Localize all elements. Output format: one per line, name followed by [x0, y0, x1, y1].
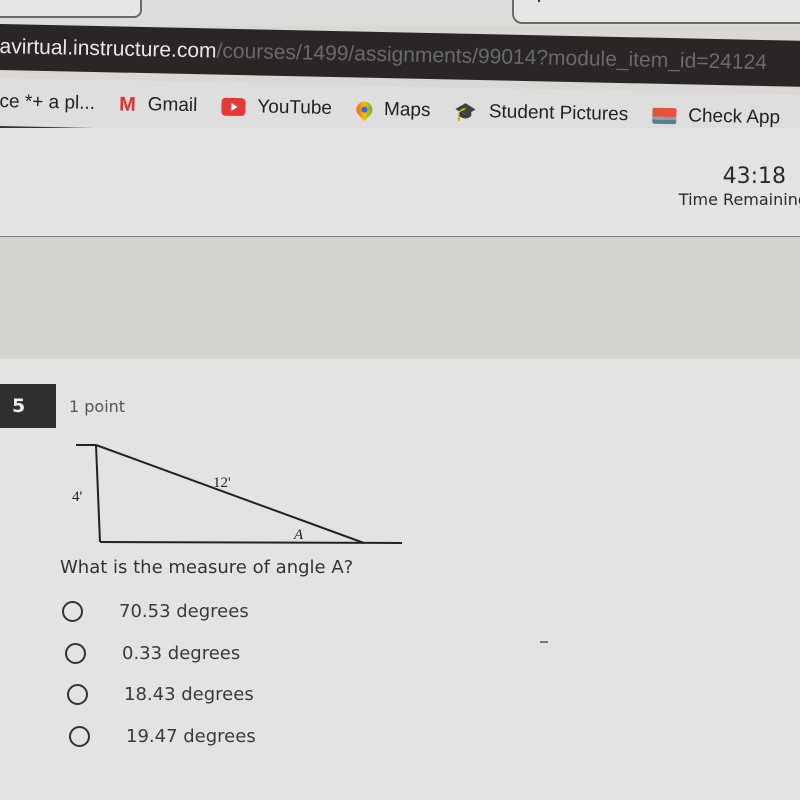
side-label: 4'	[72, 489, 83, 505]
bookmark-maps[interactable]: Maps	[352, 98, 431, 122]
bookmark-youtube[interactable]: YouTube	[221, 96, 332, 120]
question-text: What is the measure of angle A?	[60, 557, 354, 578]
timer-value: 43:18	[722, 164, 786, 189]
hypotenuse	[95, 444, 365, 544]
bookmark-check-app[interactable]: Check App	[652, 105, 780, 130]
browser-tab-active[interactable]	[512, 0, 800, 24]
page-background	[0, 237, 800, 359]
answer-label: 70.53 degrees	[119, 601, 249, 623]
answer-option[interactable]: 19.47 degrees	[62, 716, 256, 758]
bookmark-student-pictures[interactable]: 🎓 Student Pictures	[454, 101, 628, 127]
radio-button[interactable]	[69, 725, 90, 747]
hypotenuse-label: 12'	[213, 475, 231, 491]
answer-options: 70.53 degrees 0.33 degrees 18.43 degrees…	[62, 591, 256, 757]
question-card: 5 1 point 4' 12' A What is the measure o…	[0, 359, 800, 800]
youtube-icon	[221, 97, 246, 117]
maps-icon	[352, 98, 376, 121]
graduation-cap-icon: 🎓	[454, 101, 478, 122]
url-path: /courses/1499/assignments/99014?module_i…	[216, 39, 768, 75]
question-points: 1 point	[69, 397, 126, 416]
base-side	[99, 541, 403, 544]
url-host: avirtual.instructure.com	[0, 34, 217, 63]
gmail-icon: M	[118, 93, 136, 116]
answer-label: 18.43 degrees	[124, 684, 254, 706]
radio-button[interactable]	[65, 642, 86, 664]
screen-speck	[540, 641, 548, 643]
timer-label: Time Remaining	[678, 190, 800, 209]
text-cursor	[538, 0, 540, 2]
bookmark-label: YouTube	[257, 96, 333, 119]
answer-label: 19.47 degrees	[126, 725, 256, 747]
bookmark-label: Gmail	[147, 94, 198, 117]
check-app-icon	[652, 107, 677, 125]
answer-option[interactable]: 18.43 degrees	[62, 674, 256, 716]
bookmark-label: Check App	[688, 105, 781, 129]
bookmark-gmail[interactable]: M Gmail	[119, 93, 198, 118]
browser-tab[interactable]	[0, 0, 142, 18]
bookmark-label: ce *+ a pl...	[0, 90, 96, 114]
answer-option[interactable]: 0.33 degrees	[62, 633, 256, 675]
answer-label: 0.33 degrees	[122, 642, 241, 664]
browser-tab-strip	[0, 0, 800, 26]
answer-option[interactable]: 70.53 degrees	[62, 591, 256, 633]
bookmark-label: Student Pictures	[488, 101, 629, 126]
address-bar[interactable]: avirtual.instructure.com/courses/1499/as…	[0, 24, 800, 88]
question-number: 5	[0, 384, 56, 428]
bookmark-place[interactable]: ce *+ a pl...	[0, 91, 95, 115]
radio-button[interactable]	[67, 684, 88, 706]
bookmark-label: Maps	[383, 99, 431, 122]
timer: 43:18 Time Remaining	[679, 164, 800, 210]
triangle-diagram: 4' 12' A	[72, 444, 403, 544]
angle-label: A	[293, 527, 304, 543]
quiz-header: 43:18 Time Remaining	[0, 128, 800, 237]
vertical-side	[95, 444, 101, 543]
radio-button[interactable]	[62, 601, 83, 623]
